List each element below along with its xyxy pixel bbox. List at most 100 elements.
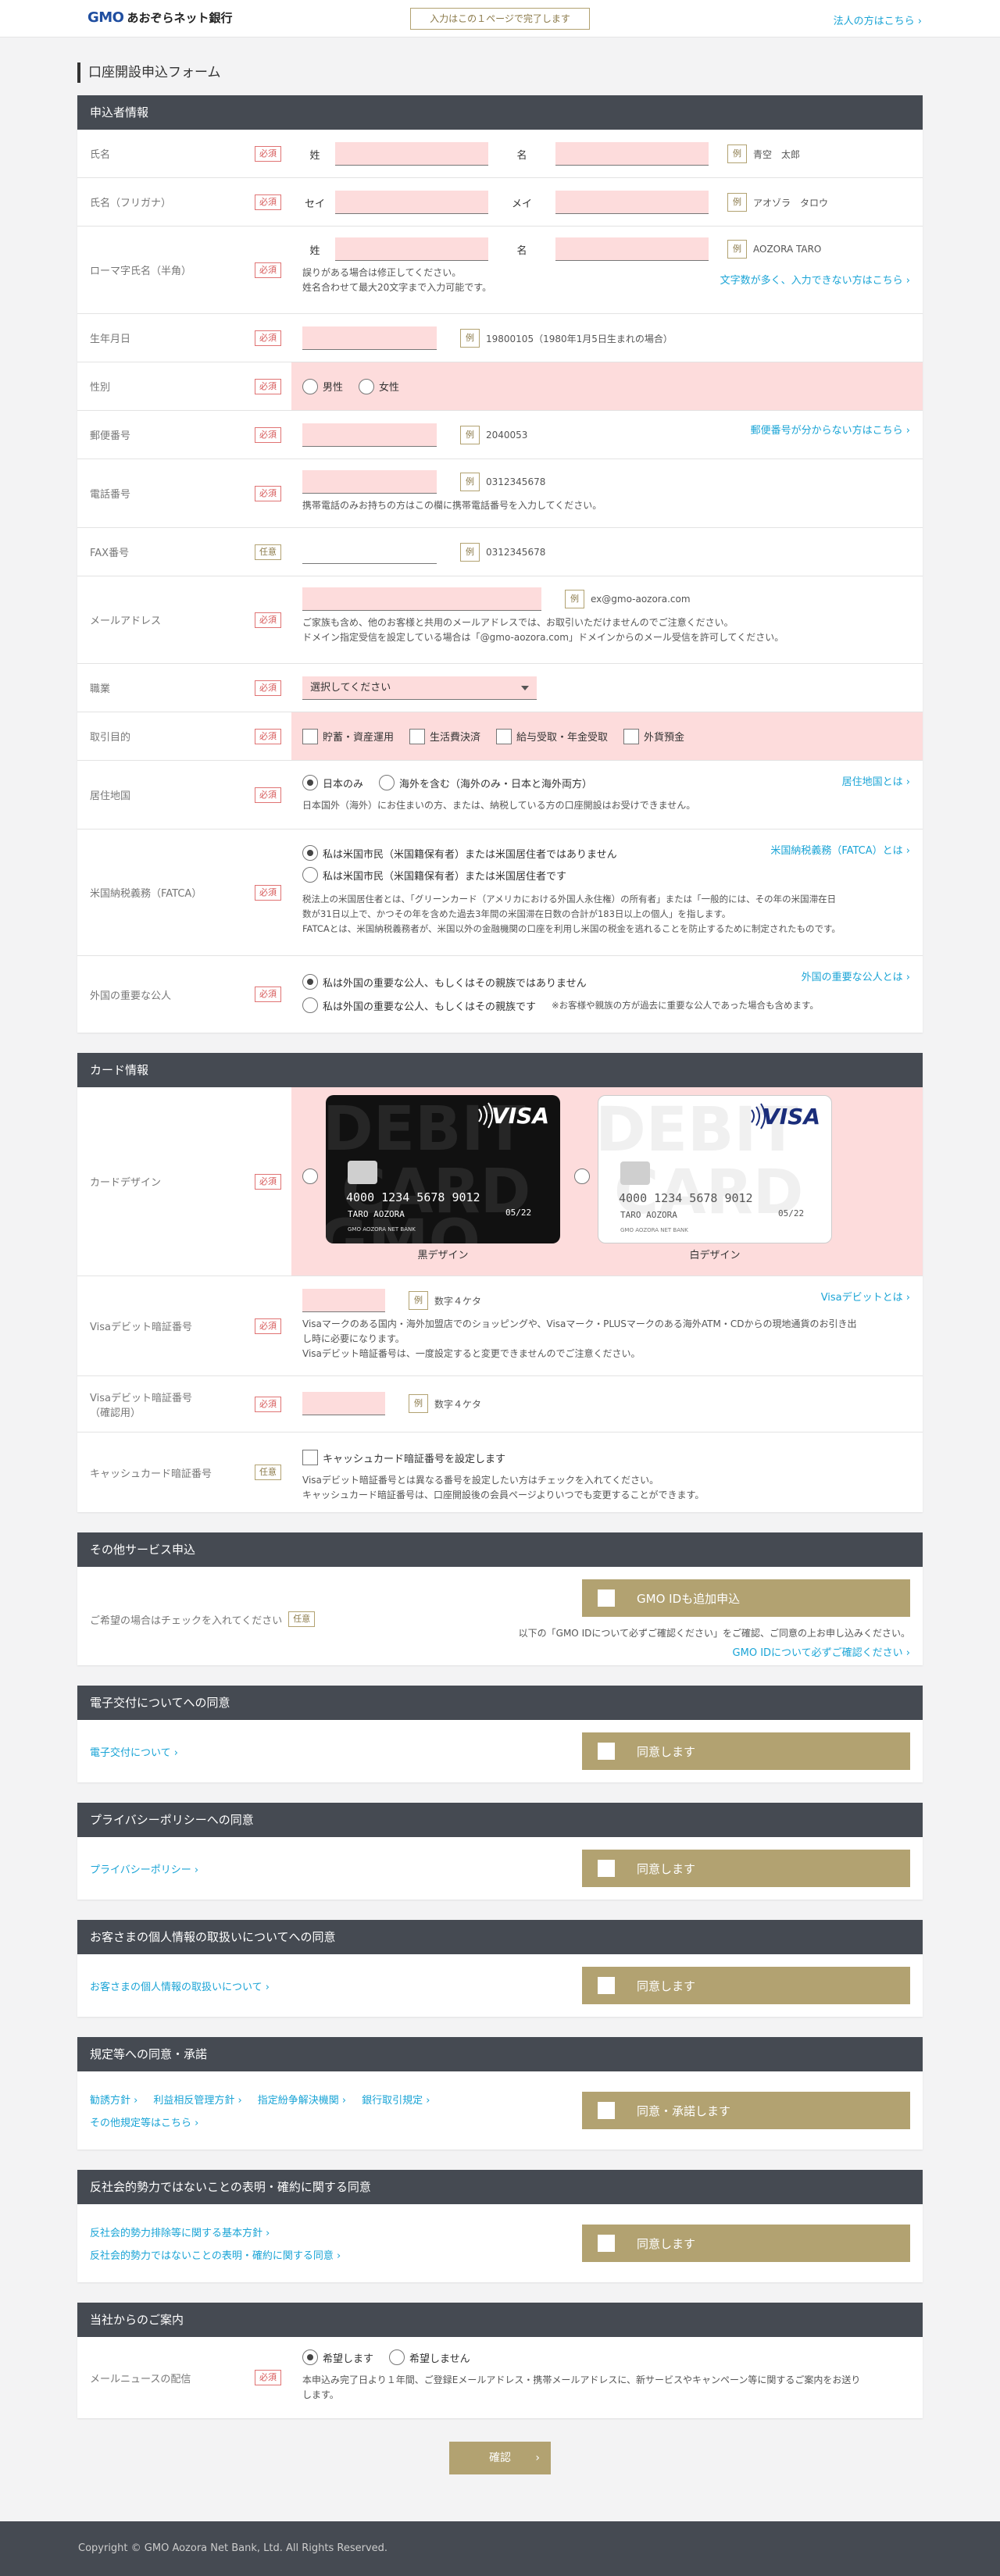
zip-search-link[interactable]: 郵便番号が分からない方はこちら — [751, 422, 910, 437]
overseas-radio[interactable] — [379, 775, 395, 790]
last-name-kana-input[interactable] — [335, 191, 488, 214]
birthdate-input[interactable] — [302, 326, 437, 350]
required-badge: 必須 — [255, 378, 281, 394]
first-name-input[interactable] — [555, 142, 709, 166]
ebook-link[interactable]: 電子交付について — [90, 1744, 178, 1759]
conflict-policy-link[interactable]: 利益相反管理方針 — [153, 2092, 241, 2107]
pep-yes-radio[interactable] — [302, 997, 318, 1013]
section-header: 電子交付についてへの同意 — [77, 1686, 923, 1720]
field-label: 氏名（フリガナ） — [90, 198, 172, 209]
gmo-id-link[interactable]: GMO IDについて必ずご確認ください — [733, 1644, 910, 1659]
note-line: キャッシュカード暗証番号は、口座開設後の会員ページよりいつでも変更することができ… — [302, 1490, 705, 1500]
male-radio[interactable] — [302, 378, 318, 394]
purpose-fx-checkbox[interactable] — [623, 728, 640, 744]
header: GMO あおぞらネット銀行 入力はこの１ページで完了します 法人の方はこちら › — [0, 0, 1000, 37]
note-line: Visaマークのある国内・海外加盟店でのショッピングや、Visaマーク・PLUS… — [302, 1318, 857, 1329]
field-label: Visaデビット暗証番号 — [90, 1322, 192, 1333]
required-badge: 必須 — [255, 145, 281, 162]
logo-text: あおぞらネット銀行 — [127, 11, 233, 25]
japan-only-radio[interactable] — [302, 775, 318, 790]
fatca-no-radio[interactable] — [302, 845, 318, 861]
card-holder: TARO AOZORA — [348, 1209, 405, 1219]
logo[interactable]: GMO あおぞらネット銀行 — [88, 9, 233, 26]
fax-input[interactable] — [302, 541, 437, 564]
antisocial-policy-link[interactable]: 反社会的勢力排除等に関する基本方針 — [90, 2225, 341, 2239]
section-header: 規定等への同意・承諾 — [77, 2037, 923, 2071]
field-label: FAX番号 — [90, 548, 130, 559]
radio-label: 希望します — [323, 2353, 374, 2365]
confirm-button[interactable]: 確認 — [449, 2442, 551, 2474]
white-design-radio[interactable] — [574, 1168, 590, 1184]
privacy-agree-button[interactable]: 同意します — [582, 1850, 910, 1887]
first-name-roma-input[interactable] — [555, 237, 709, 261]
occupation-select[interactable]: 選択してください — [302, 676, 537, 700]
newsletter-no-radio[interactable] — [389, 2349, 405, 2365]
first-name-kana-input[interactable] — [555, 191, 709, 214]
field-label: 職業 — [90, 683, 111, 695]
example-value: 19800105（1980年1月5日生まれの場合） — [486, 333, 673, 344]
sei-label: セイ — [304, 198, 325, 210]
card-section: カード情報 カードデザイン 必須 DEBIT CARD GMO VISA 400… — [77, 1053, 923, 1512]
card-number: 4000 1234 5678 9012 — [346, 1190, 480, 1204]
pin-confirm-input[interactable] — [302, 1392, 385, 1415]
pep-no-radio[interactable] — [302, 974, 318, 990]
card-valid: 05/22 — [778, 1208, 805, 1218]
antisocial-agree-button[interactable]: 同意します — [582, 2225, 910, 2262]
black-card-option[interactable]: DEBIT CARD GMO VISA 4000 1234 5678 9012 … — [326, 1095, 560, 1261]
email-input[interactable] — [302, 587, 541, 611]
other-service-section: その他サービス申込 ご希望の場合はチェックを入れてください 任意 GMO IDも追… — [77, 1532, 923, 1665]
example-value: ex@gmo-aozora.com — [591, 594, 691, 605]
visa-logo: VISA — [491, 1103, 549, 1129]
note-line: FATCAとは、米国納税義務者が、米国以外の金融機関の口座を利用し米国の税金を逃… — [302, 923, 841, 934]
note-line: Visaデビット暗証番号は、一度設定すると変更できませんのでご注意ください。 — [302, 1348, 641, 1359]
mei-label: 名 — [516, 244, 527, 257]
purpose-salary-checkbox[interactable] — [496, 728, 512, 744]
purpose-living-checkbox[interactable] — [409, 728, 426, 744]
example-tag: 例 — [460, 543, 480, 562]
corporate-link[interactable]: 法人の方はこちら › — [834, 12, 922, 27]
field-label: 氏名 — [90, 149, 111, 161]
residence-row: 居住地国 必須 日本のみ 海外を含む（海外のみ・日本と海外両方） 日本国外（海外）… — [77, 761, 923, 830]
section-header: 反社会的勢力ではないことの表明・確約に関する同意 — [77, 2170, 923, 2204]
long-name-link[interactable]: 文字数が多く、入力できない方はこちら — [720, 272, 910, 287]
privacy-link[interactable]: プライバシーポリシー — [90, 1861, 198, 1876]
fatca-yes-radio[interactable] — [302, 867, 318, 883]
fatca-link[interactable]: 米国納税義務（FATCA）とは — [770, 842, 910, 857]
example-tag: 例 — [727, 144, 747, 163]
gmo-id-checkbox-button[interactable]: GMO IDも追加申込 — [582, 1579, 910, 1617]
dispute-link[interactable]: 指定紛争解決機関 — [258, 2092, 346, 2107]
solicitation-policy-link[interactable]: 勧誘方針 — [90, 2092, 138, 2107]
note-line: 日本国外（海外）にお住まいの方、または、納税している方の口座開設はお受けできませ… — [302, 800, 696, 811]
example-value: 数字４ケタ — [434, 1398, 482, 1410]
cash-pin-checkbox[interactable] — [302, 1450, 318, 1465]
other-rules-link[interactable]: その他規定等はこちら — [90, 2114, 430, 2129]
last-name-input[interactable] — [335, 142, 488, 166]
visa-debit-link[interactable]: Visaデビットとは — [821, 1289, 910, 1304]
residence-link[interactable]: 居住地国とは — [842, 773, 910, 788]
field-label: メールニュースの配信 — [90, 2373, 191, 2385]
newsletter-yes-radio[interactable] — [302, 2349, 318, 2365]
ebook-agree-button[interactable]: 同意します — [582, 1732, 910, 1770]
field-label: （確認用） — [90, 1407, 141, 1419]
required-badge: 必須 — [255, 884, 281, 901]
rules-section: 規定等への同意・承諾 勧誘方針利益相反管理方針 指定紛争解決機関 銀行取引規定 その… — [77, 2037, 923, 2150]
tel-input[interactable] — [302, 470, 437, 494]
mei-label: 名 — [516, 149, 527, 162]
rules-agree-button[interactable]: 同意・承諾します — [582, 2092, 910, 2129]
zip-input[interactable] — [302, 423, 437, 447]
white-card-option[interactable]: DEBIT CARD VISA 4000 1234 5678 9012 05/2… — [598, 1095, 832, 1261]
pep-link[interactable]: 外国の重要な公人とは — [802, 969, 910, 983]
personal-info-agree-button[interactable]: 同意します — [582, 1967, 910, 2004]
female-radio[interactable] — [359, 378, 375, 394]
personal-info-link[interactable]: お客さまの個人情報の取扱いについて — [90, 1978, 270, 1993]
pin-input[interactable] — [302, 1289, 385, 1312]
black-design-radio[interactable] — [302, 1168, 318, 1184]
bank-rules-link[interactable]: 銀行取引規定 — [362, 2092, 430, 2107]
last-name-roma-input[interactable] — [335, 237, 488, 261]
sei-label: 姓 — [309, 244, 320, 257]
purpose-savings-checkbox[interactable] — [302, 728, 318, 744]
field-label: 生年月日 — [90, 334, 131, 345]
visa-logo: VISA — [762, 1104, 820, 1129]
antisocial-pledge-link[interactable]: 反社会的勢力ではないことの表明・確約に関する同意 — [90, 2247, 341, 2262]
notice-section: 当社からのご案内 メールニュースの配信 必須 希望します 希望しません 本申込み完… — [77, 2303, 923, 2418]
